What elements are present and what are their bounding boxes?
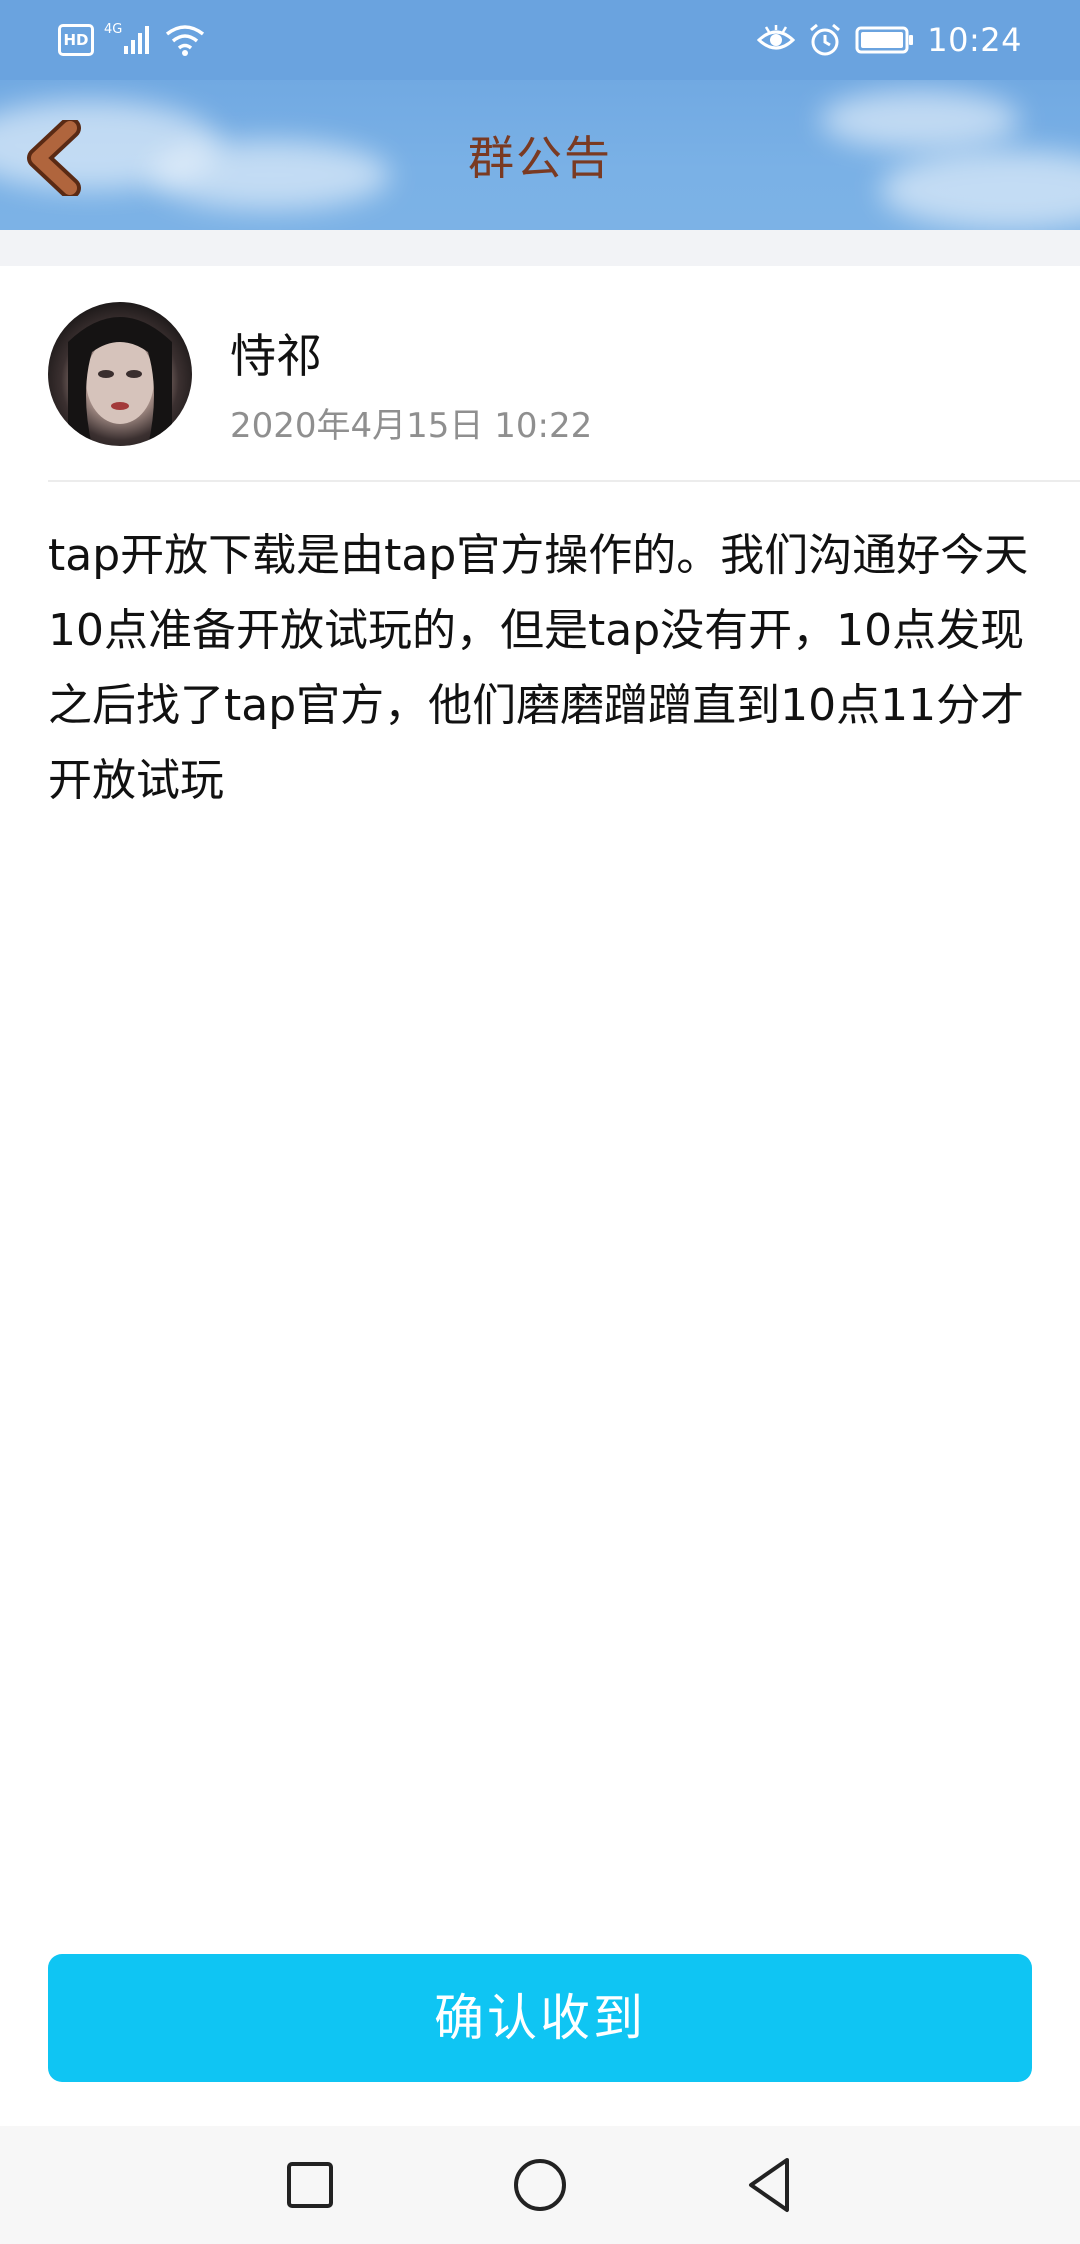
- home-button[interactable]: [505, 2150, 575, 2220]
- wifi-icon: [165, 25, 205, 56]
- post-timestamp: 2020年4月15日 10:22: [230, 406, 593, 446]
- page-title: 群公告: [468, 131, 612, 185]
- back-icon: [749, 2158, 789, 2212]
- recent-apps-icon: [287, 2162, 333, 2208]
- author-name: 恃祁: [230, 329, 322, 383]
- signal-label: 4G: [104, 22, 122, 37]
- recent-apps-button[interactable]: [275, 2150, 345, 2220]
- avatar-portrait: [68, 317, 172, 446]
- status-right-group: 10:24: [757, 16, 1022, 64]
- clock: 10:24: [927, 21, 1022, 59]
- status-left-group: HD 4G: [58, 18, 206, 62]
- home-icon: [514, 2159, 566, 2211]
- nav-header: 群公告: [0, 80, 1080, 230]
- battery-icon: [855, 26, 914, 54]
- hd-icon: HD: [58, 24, 94, 56]
- confirm-received-button[interactable]: 确认收到: [48, 1954, 1032, 2082]
- announcement-screen: HD 4G 10:24 群公告 恃祁 2020年4月15日 10:22 tap开…: [0, 0, 1080, 2244]
- avatar[interactable]: [48, 302, 192, 446]
- alarm-icon: [810, 23, 841, 56]
- divider: [48, 480, 1080, 482]
- header-separator: [0, 230, 1080, 266]
- signal-icon: 4G: [104, 22, 149, 54]
- status-bar: HD 4G 10:24: [0, 0, 1080, 80]
- system-nav-bar: [0, 2126, 1080, 2244]
- eye-comfort-icon: [757, 25, 796, 50]
- back-nav-button[interactable]: [735, 2150, 805, 2220]
- announcement-body: tap开放下载是由tap官方操作的。我们沟通好今天10点准备开放试玩的，但是ta…: [48, 530, 1029, 806]
